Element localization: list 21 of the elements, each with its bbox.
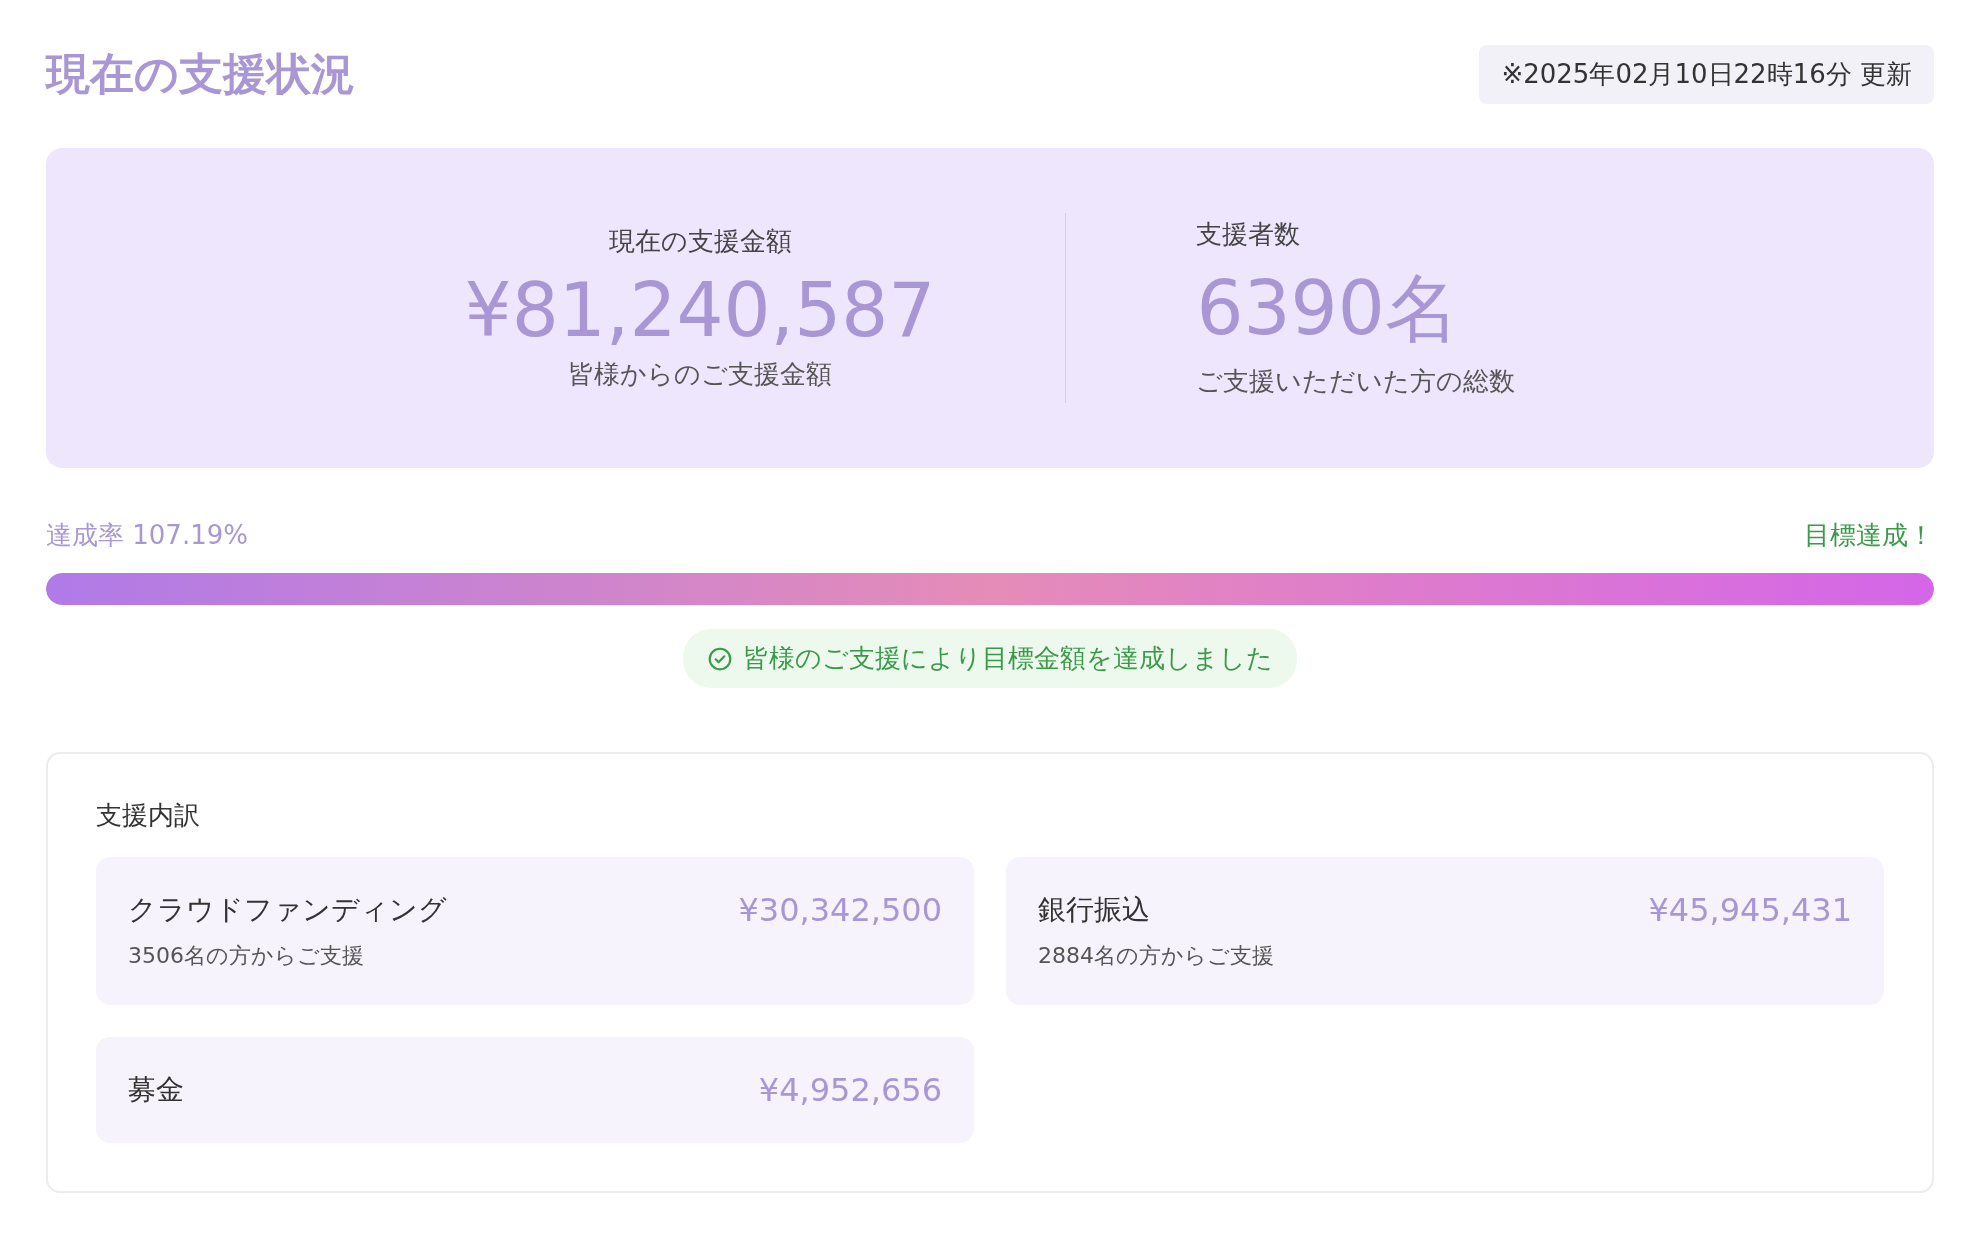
item-name: クラウドファンディング <box>128 892 447 928</box>
item-name: 募金 <box>128 1072 184 1108</box>
goal-status: 目標達成！ <box>1804 519 1934 552</box>
check-circle-icon <box>707 645 733 672</box>
stat-caption: ご支援いただいた方の総数 <box>1196 365 1516 398</box>
stat-label: 現在の支援金額 <box>607 225 793 258</box>
stat-caption: 皆様からのご支援金額 <box>567 358 833 391</box>
stat-label: 支援者数 <box>1196 218 1302 251</box>
item-amount: ¥45,945,431 <box>1648 891 1852 929</box>
page-title: 現在の支援状況 <box>46 46 355 101</box>
item-name: 銀行振込 <box>1038 892 1150 928</box>
item-detail: 2884名の方からご支援 <box>1038 942 1275 970</box>
stat-value: ¥81,240,587 <box>464 267 936 353</box>
item-detail: 3506名の方からご支援 <box>128 942 365 970</box>
item-amount: ¥30,342,500 <box>738 891 942 929</box>
achievement-rate: 達成率 107.19% <box>46 519 248 552</box>
success-message: 皆様のご支援により目標金額を達成しました <box>683 629 1297 688</box>
update-timestamp: ※2025年02月10日22時16分 更新 <box>1479 44 1934 104</box>
stat-value: 6390名 <box>1196 264 1460 353</box>
section-title: 支援内訳 <box>96 799 201 832</box>
item-amount: ¥4,952,656 <box>758 1071 942 1109</box>
